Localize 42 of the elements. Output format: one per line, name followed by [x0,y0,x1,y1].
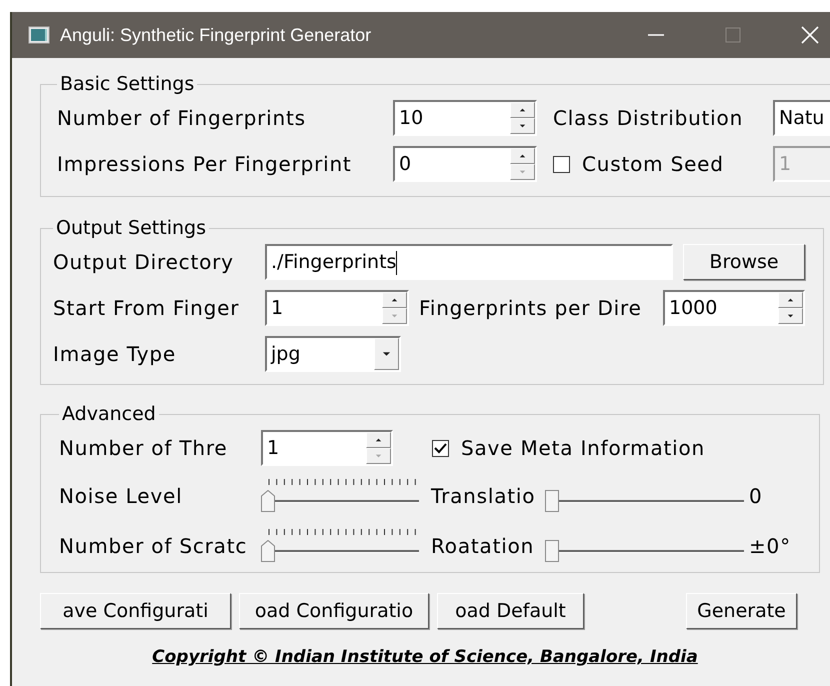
field-label: Number of Thre [59,436,229,460]
spin-box[interactable]: 1 [261,430,393,466]
slider-value: ±0° [749,534,791,558]
group-title: Output Settings [55,217,207,239]
spin-box[interactable]: 1 [265,290,409,326]
field-label: Impressions Per Fingerprint [57,152,353,176]
slider-label: Roatation [431,534,536,558]
slider-value: 0 [749,484,763,508]
dropdown[interactable]: Natu [773,100,830,136]
app-icon [28,26,50,44]
slider-thumb[interactable] [261,490,275,512]
checkbox-label: Custom Seed [582,152,724,176]
action-button[interactable]: oad Configuratio [239,593,429,629]
slider-label: Translatio [431,484,536,508]
slider-label: Number of Scratc [59,534,248,558]
browse-button[interactable]: Browse [683,244,805,280]
group-title: Basic Settings [59,73,196,95]
action-button[interactable]: ave Configurati [40,593,231,629]
action-button[interactable]: oad Default [437,593,584,629]
field-label: Start From Finger [53,296,240,320]
field-label: Image Type [53,342,177,366]
group-title: Advanced [61,403,157,425]
checkbox-label: Save Meta Information [461,436,706,460]
slider-label: Noise Level [59,484,184,508]
maximize-icon[interactable] [723,25,743,45]
field-label: Class Distribution [553,106,744,130]
spin-box[interactable]: 1000 [663,290,805,326]
field-label: Fingerprints per Dire [419,296,643,320]
close-icon[interactable] [800,25,820,45]
field-label: Output Directory [53,250,235,274]
slider-thumb[interactable] [261,540,275,562]
field-label: Number of Fingerprints [57,106,307,130]
dropdown[interactable]: jpg [265,336,401,372]
slider-thumb[interactable] [545,540,559,562]
input-field[interactable]: ./Fingerprints [265,244,673,280]
copyright-link[interactable]: Copyright © Indian Institute of Science, Bangalore, India [152,647,698,667]
slider-thumb[interactable] [545,490,559,512]
spin-box[interactable]: 10 [393,100,537,136]
spin-box[interactable]: 0 [393,146,537,182]
generate-button[interactable]: Generate [686,593,797,629]
checkbox[interactable] [432,440,449,456]
window-title: Anguli: Synthetic Fingerprint Generator [60,24,372,46]
